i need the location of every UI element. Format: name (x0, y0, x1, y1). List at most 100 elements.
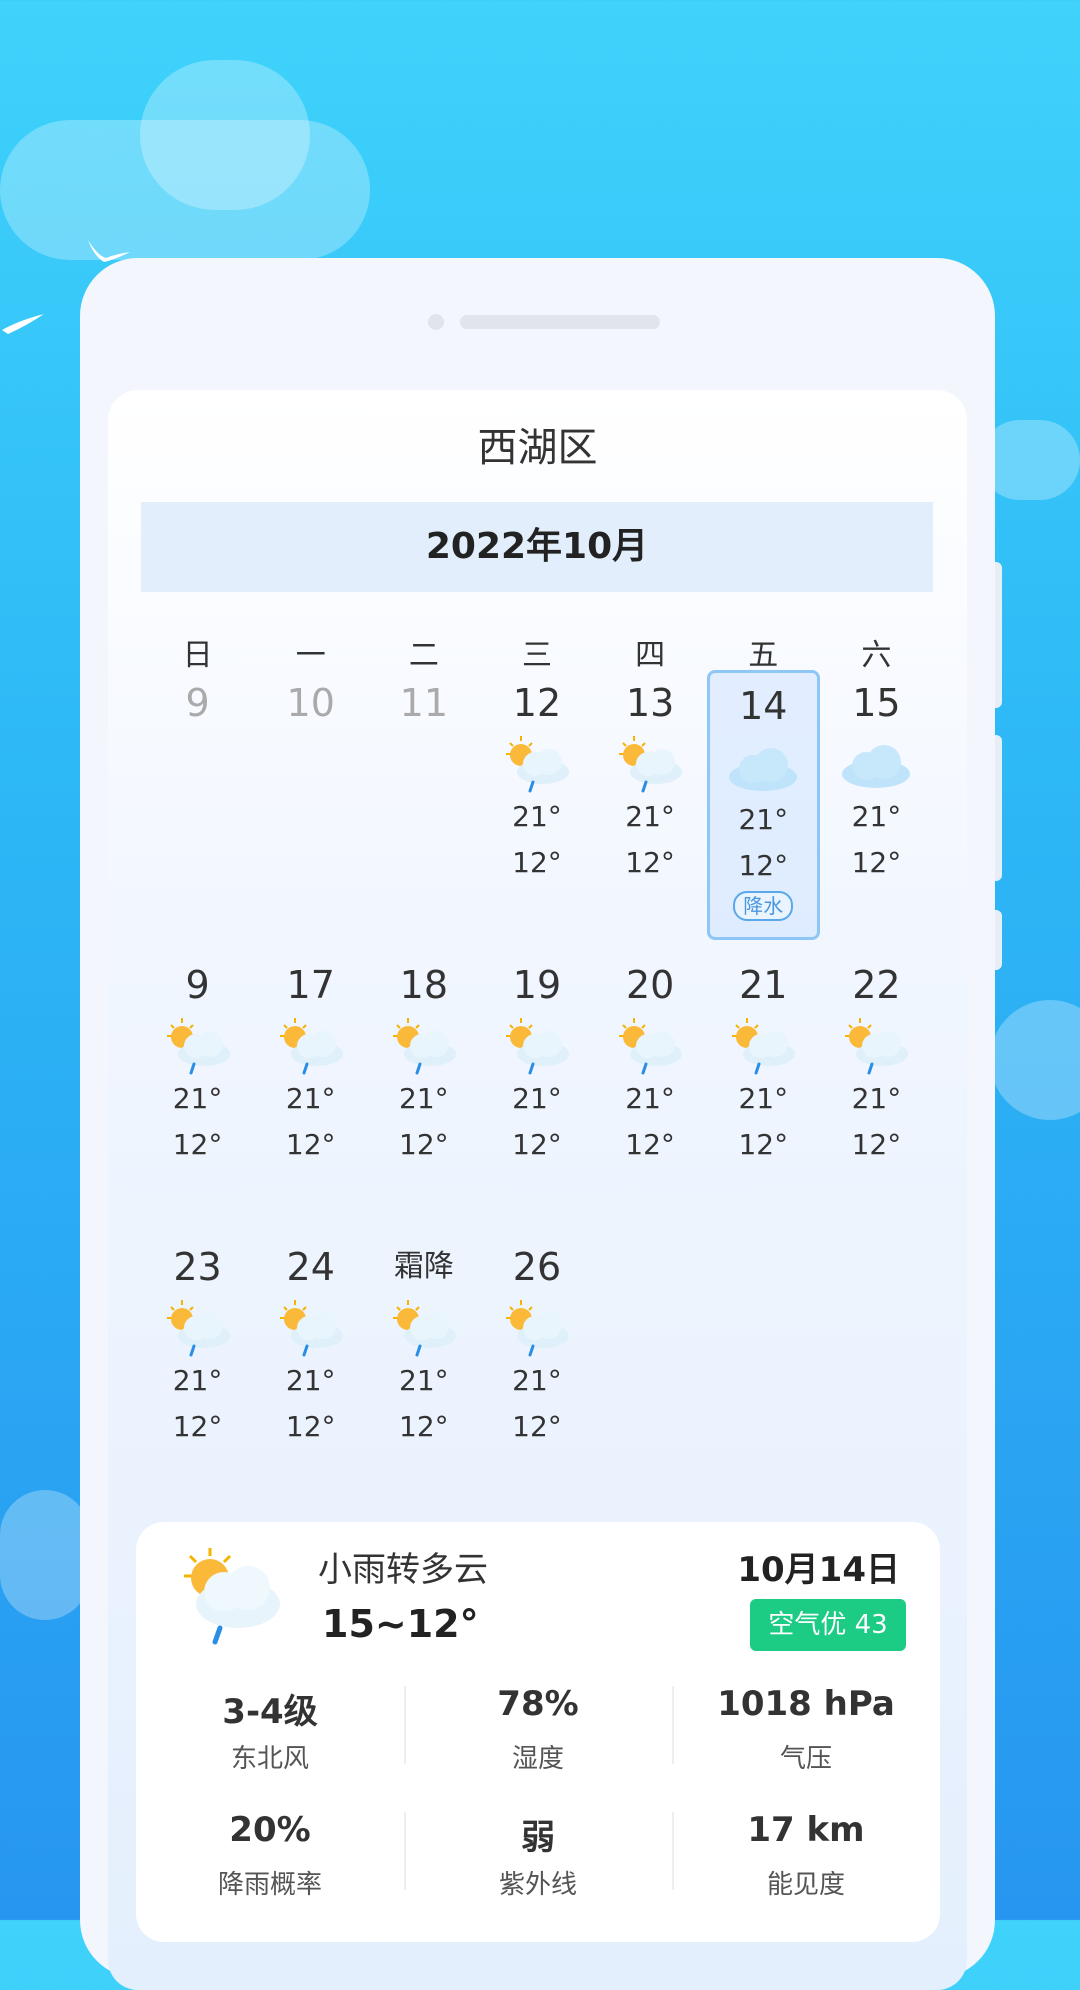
day-low-temp: 12° (512, 1410, 562, 1443)
sun-cloud-rain-icon (619, 1018, 683, 1075)
weekday-label: 三 (521, 638, 552, 673)
month-header[interactable]: 2022年10月 (141, 502, 933, 592)
background-cloud (980, 420, 1080, 500)
weekday-label: 一 (295, 638, 326, 673)
stat-value: 17 km (747, 1810, 865, 1850)
weekday-label: 五 (748, 638, 779, 673)
stat-label: 能见度 (766, 1870, 845, 1900)
sun-cloud-rain-icon (505, 1300, 569, 1357)
sun-cloud-rain-icon (166, 1300, 230, 1357)
cloud-icon (842, 745, 911, 788)
stat-value: 1018 hPa (717, 1684, 895, 1724)
stat-value: 弱 (521, 1818, 555, 1858)
stat-label: 东北风 (230, 1744, 309, 1774)
day-high-temp: 21° (512, 1082, 562, 1115)
stat-item: 78% 湿度 (404, 1684, 672, 1775)
day-high-temp: 21° (399, 1082, 449, 1115)
day-high-temp: 21° (512, 1364, 562, 1397)
stat-label: 湿度 (511, 1744, 564, 1774)
sun-cloud-rain-icon (184, 1548, 280, 1645)
calendar-day[interactable]: 17 21° 12° (254, 952, 367, 1234)
day-low-temp: 12° (399, 1410, 449, 1443)
calendar-day[interactable]: 19 21° 12° (480, 952, 593, 1234)
day-number: 22 (852, 963, 901, 1007)
day-low-temp: 12° (399, 1128, 449, 1161)
day-number: 9 (185, 963, 210, 1007)
day-high-temp: 21° (399, 1364, 449, 1397)
sun-cloud-rain-icon (732, 1018, 796, 1075)
calendar-week-row: 23 21° 12° 24 21° 12° 霜降 21° 12° 26 21° 12° (141, 1234, 933, 1516)
sun-cloud-rain-icon (505, 1018, 569, 1075)
day-number: 9 (185, 681, 210, 725)
day-high-temp: 21° (625, 800, 675, 833)
day-number: 21 (739, 963, 788, 1007)
stat-divider (404, 1812, 406, 1890)
calendar-day[interactable]: 21 21° 12° (707, 952, 820, 1234)
day-low-temp: 12° (172, 1128, 223, 1161)
calendar-day[interactable]: 9 (141, 670, 254, 952)
calendar-day[interactable]: 20 21° 12° (594, 952, 707, 1234)
calendar-day[interactable]: 9 21° 12° (141, 952, 254, 1234)
day-high-temp: 21° (851, 1082, 902, 1115)
day-low-temp: 12° (285, 1410, 336, 1443)
weekday-row: 日一二三四五六 (141, 630, 933, 674)
day-number: 23 (173, 1245, 222, 1289)
weekday-label: 六 (861, 638, 892, 673)
bird-icon (2, 314, 44, 334)
precipitation-tag: 降水 (733, 891, 794, 921)
day-low-temp: 12° (172, 1410, 223, 1443)
day-number: 26 (512, 1245, 562, 1289)
day-low-temp: 12° (285, 1128, 336, 1161)
weekday-label: 四 (635, 638, 666, 673)
day-low-temp: 12° (625, 1128, 675, 1161)
calendar-day[interactable]: 18 21° 12° (367, 952, 480, 1234)
calendar-day[interactable]: 13 21° 12° (594, 670, 707, 952)
calendar-day[interactable]: 26 21° 12° (480, 1234, 593, 1516)
sun-cloud-rain-icon (279, 1300, 343, 1357)
calendar-day[interactable]: 霜降 21° 12° (367, 1234, 480, 1516)
cloud-icon (729, 748, 798, 791)
day-low-temp: 12° (512, 1128, 562, 1161)
stat-value: 78% (497, 1684, 579, 1724)
calendar-day[interactable]: 10 (254, 670, 367, 952)
day-high-temp: 21° (625, 1082, 675, 1115)
temperature-range: 15~12° (322, 1602, 479, 1646)
condition-text: 小雨转多云 (318, 1550, 488, 1590)
calendar-day-selected[interactable]: 14 21° 12° 降水 (706, 670, 820, 940)
day-high-temp: 21° (172, 1364, 223, 1397)
calendar-day[interactable]: 11 (367, 670, 480, 952)
day-number: 15 (852, 681, 901, 725)
region-title[interactable]: 西湖区 (108, 415, 967, 473)
stat-divider (672, 1686, 674, 1764)
calendar-day[interactable]: 15 21° 12° (820, 670, 933, 952)
air-quality-badge[interactable]: 空气优 43 (750, 1599, 906, 1651)
day-high-temp: 21° (285, 1364, 336, 1397)
sun-cloud-rain-icon (845, 1018, 909, 1075)
day-number: 24 (286, 1245, 335, 1289)
sun-cloud-rain-icon (619, 736, 683, 793)
day-number: 19 (512, 963, 562, 1007)
background-cloud (140, 60, 310, 210)
stat-item: 20% 降雨概率 (136, 1810, 404, 1901)
calendar-week-row: 9 21° 12° 17 21° 12° 18 21° 12° 19 21° 12° 20 21° 12° 2… (141, 952, 933, 1234)
day-low-temp: 12° (738, 849, 789, 882)
calendar-day[interactable]: 12 21° 12° (480, 670, 593, 952)
calendar-day[interactable]: 23 21° 12° (141, 1234, 254, 1516)
sun-cloud-rain-icon (392, 1300, 456, 1357)
calendar-week-row: 9 10 11 12 21° 12° 13 21° 12° 14 21° 12° 降水 15 21° 12° (141, 670, 933, 952)
stat-item: 17 km 能见度 (672, 1810, 940, 1901)
background-cloud (0, 1490, 90, 1620)
day-number: 11 (399, 681, 449, 725)
stat-label: 气压 (779, 1744, 832, 1774)
day-low-temp: 12° (512, 846, 562, 879)
weekday-label: 日 (182, 638, 213, 673)
day-high-temp: 21° (738, 1082, 789, 1115)
weekday-label: 二 (408, 638, 439, 673)
day-low-temp: 12° (738, 1128, 789, 1161)
calendar-day[interactable]: 24 21° 12° (254, 1234, 367, 1516)
calendar-day[interactable]: 22 21° 12° (820, 952, 933, 1234)
phone-speaker (460, 315, 660, 329)
day-number: 14 (739, 684, 788, 728)
day-detail-card: 小雨转多云 15~12° 10月14日 空气优 43 3-4级 东北风 78% 湿度 1… (136, 1522, 940, 1942)
day-number: 17 (286, 963, 335, 1007)
